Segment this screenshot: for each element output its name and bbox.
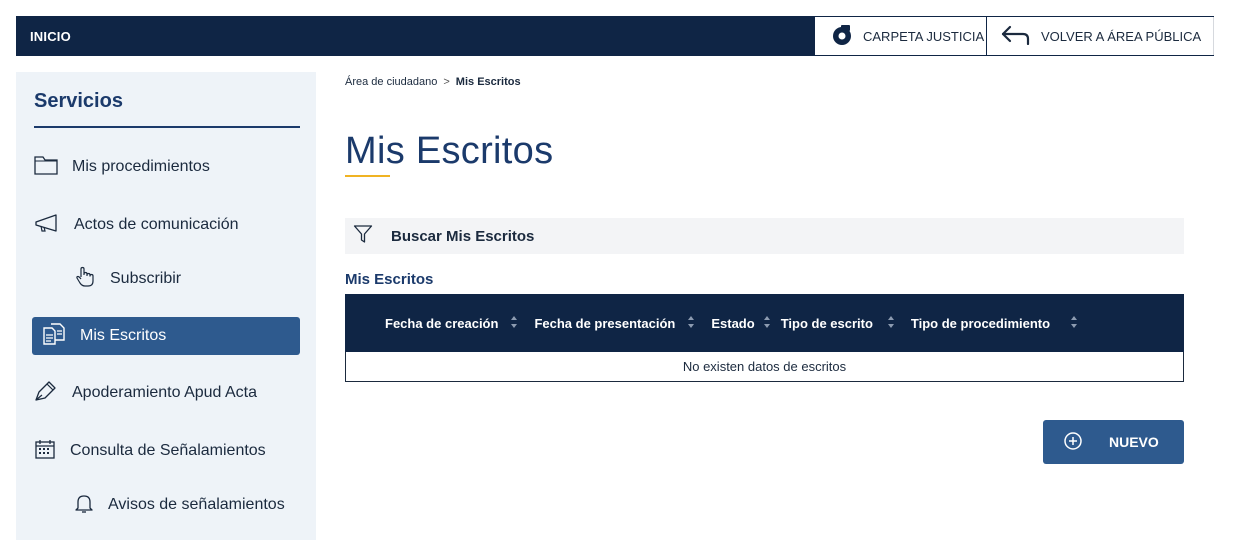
new-escrito-button[interactable]: NUEVO: [1043, 420, 1184, 464]
column-header-label: Tipo de escrito: [780, 315, 873, 331]
search-filter-toggle[interactable]: Buscar Mis Escritos: [345, 218, 1184, 254]
sidebar-item-consulta-senalamientos[interactable]: Consulta de Señalamientos: [34, 432, 300, 470]
sidebar-item-avisos-senalamientos[interactable]: Avisos de señalamientos: [74, 486, 300, 524]
column-header-label: Fecha de creación: [385, 315, 499, 331]
sidebar-item-label: Mis procedimientos: [72, 158, 210, 175]
column-header-estado[interactable]: Estado: [711, 315, 770, 332]
documents-icon: [40, 322, 80, 350]
title-underline: [345, 175, 390, 177]
empty-message: No existen datos de escritos: [682, 359, 847, 374]
pen-icon: [34, 380, 72, 407]
sidebar-item-subscribir[interactable]: Subscribir: [74, 260, 300, 298]
column-header-tipo-escrito[interactable]: Tipo de escrito: [781, 315, 895, 332]
services-sidebar: Servicios Mis procedimientos Actos de co…: [16, 72, 316, 540]
sidebar-item-label: Avisos de señalamientos: [108, 496, 285, 513]
breadcrumb-separator: >: [443, 76, 450, 88]
column-header-label: Fecha de presentación: [534, 315, 676, 331]
sidebar-title-divider: [34, 126, 300, 128]
carpeta-logo-icon: [831, 24, 863, 49]
sidebar-item-mis-escritos[interactable]: Mis Escritos: [32, 317, 300, 355]
home-link[interactable]: INICIO: [30, 29, 71, 44]
sort-icon: [687, 315, 695, 332]
volver-area-publica-button[interactable]: VOLVER A ÁREA PÚBLICA: [986, 17, 1214, 55]
calendar-icon: [34, 438, 70, 465]
sidebar-item-label: Actos de comunicación: [74, 216, 239, 233]
carpeta-justicia-button[interactable]: CARPETA JUSTICIA: [814, 17, 986, 55]
search-filter-label: Buscar Mis Escritos: [391, 227, 535, 245]
sidebar-item-label: Consulta de Señalamientos: [70, 442, 266, 459]
sort-icon: [763, 315, 771, 332]
table-header: Fecha de creación Fecha de presentación …: [345, 294, 1184, 352]
table-empty-row: No existen datos de escritos: [345, 352, 1184, 382]
hand-pointer-icon: [74, 266, 110, 293]
sort-icon: [1070, 315, 1078, 332]
back-arrow-icon: [1001, 25, 1041, 48]
volver-label: VOLVER A ÁREA PÚBLICA: [1041, 28, 1202, 44]
sidebar-title: Servicios: [34, 90, 123, 112]
sidebar-item-label: Mis Escritos: [80, 327, 167, 344]
breadcrumb-current: Mis Escritos: [455, 76, 521, 88]
sidebar-item-mis-procedimientos[interactable]: Mis procedimientos: [34, 148, 300, 186]
megaphone-icon: [34, 213, 74, 238]
escritos-table: Fecha de creación Fecha de presentación …: [345, 294, 1184, 382]
bell-icon: [74, 492, 108, 519]
top-navigation-bar: INICIO CARPETA JUSTICIA VOLVER A ÁREA PÚ…: [16, 16, 1214, 56]
new-button-label: NUEVO: [1109, 434, 1159, 450]
column-header-fecha-presentacion[interactable]: Fecha de presentación: [534, 315, 695, 332]
breadcrumb: Área de ciudadano > Mis Escritos: [345, 76, 521, 88]
sort-icon: [510, 315, 518, 332]
page-title: Mis Escritos: [345, 130, 554, 172]
column-header-label: Tipo de procedimiento: [910, 315, 1051, 331]
sidebar-item-label: Subscribir: [110, 270, 182, 287]
column-header-tipo-procedimiento[interactable]: Tipo de procedimiento: [911, 315, 1078, 332]
carpeta-justicia-label: CARPETA JUSTICIA: [863, 28, 985, 44]
sidebar-item-actos-comunicacion[interactable]: Actos de comunicación: [34, 206, 300, 244]
folder-icon: [34, 155, 72, 180]
results-section-label: Mis Escritos: [345, 271, 434, 288]
plus-circle-icon: [1043, 431, 1109, 454]
sidebar-item-label: Apoderamiento Apud Acta: [72, 384, 258, 401]
column-header-fecha-creacion[interactable]: Fecha de creación: [385, 315, 518, 332]
filter-icon: [345, 224, 391, 248]
sort-icon: [887, 315, 895, 332]
breadcrumb-parent-link[interactable]: Área de ciudadano: [345, 76, 437, 88]
column-header-label: Estado: [711, 315, 755, 331]
sidebar-item-apoderamiento[interactable]: Apoderamiento Apud Acta: [34, 374, 300, 412]
